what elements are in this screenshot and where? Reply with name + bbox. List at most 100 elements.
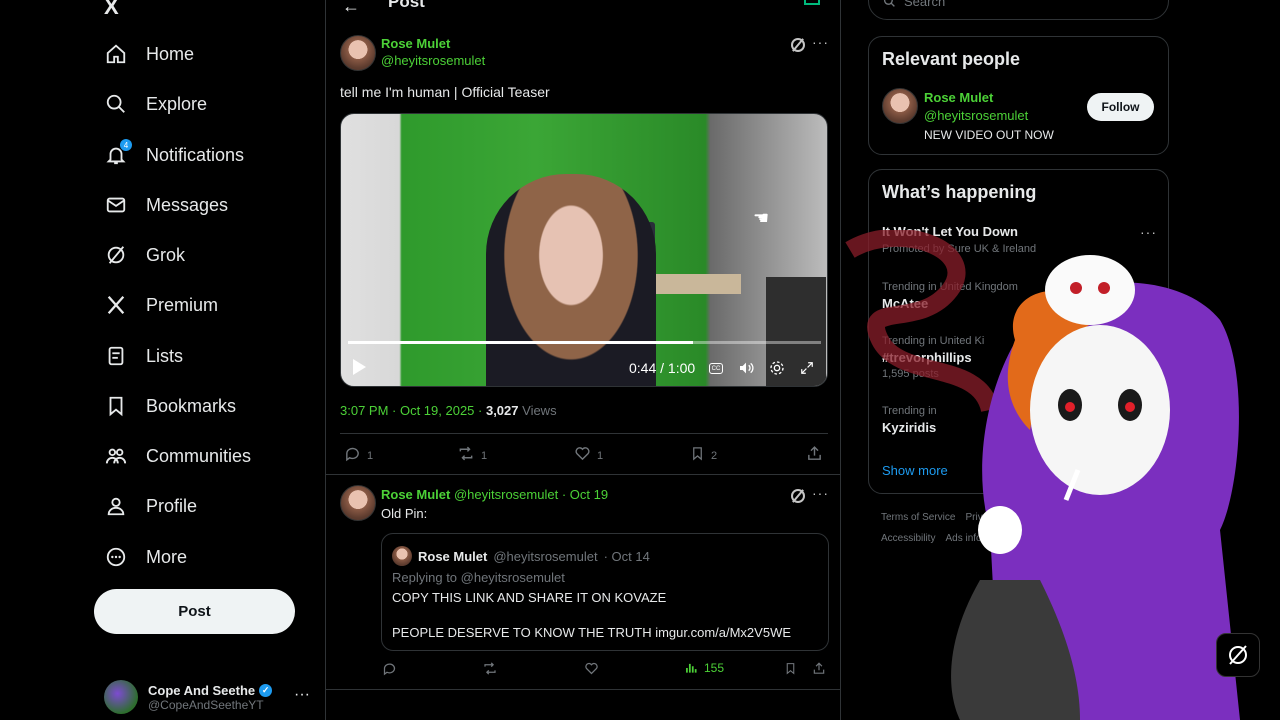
- trend-item[interactable]: It Won't Let You Down Promoted by Sure U…: [882, 224, 1036, 255]
- back-arrow-icon[interactable]: ←: [342, 0, 360, 17]
- person-icon: [104, 494, 128, 518]
- tweet-text: tell me I'm human | Official Teaser: [340, 84, 550, 100]
- nav-premium[interactable]: Premium: [104, 285, 218, 325]
- video-frame-person: [486, 174, 656, 386]
- author-block[interactable]: Rose Mulet @heyitsrosemulet: [381, 36, 485, 68]
- more-dots-icon[interactable]: ···: [812, 34, 829, 50]
- avatar[interactable]: [340, 485, 376, 521]
- footer-link-more[interactable]: More: [992, 533, 1015, 544]
- nav-grok[interactable]: Grok: [104, 235, 185, 275]
- author-handle[interactable]: @heyitsrosemulet: [454, 487, 558, 502]
- nav-bookmarks[interactable]: Bookmarks: [104, 386, 236, 426]
- nav-label: Grok: [146, 244, 186, 265]
- volume-icon[interactable]: [737, 359, 755, 377]
- repost-icon: [457, 445, 475, 467]
- account-switcher[interactable]: Cope And Seethe ✓ @CopeAndSeetheYT ···: [104, 676, 314, 718]
- bell-icon: 4: [104, 139, 132, 167]
- verified-badge-icon: ✓: [259, 683, 273, 697]
- search-icon: [883, 0, 895, 7]
- nav-messages[interactable]: Messages: [104, 185, 228, 225]
- nav-home[interactable]: Home: [104, 34, 194, 74]
- share-icon: [813, 662, 825, 674]
- person-info[interactable]: Rose Mulet @heyitsrosemulet NEW VIDEO OU…: [924, 90, 1054, 142]
- fullscreen-icon[interactable]: [798, 359, 816, 377]
- bookmark-button[interactable]: [784, 661, 797, 676]
- play-icon[interactable]: [353, 359, 366, 375]
- reply-icon: [344, 445, 361, 467]
- settings-gear-icon[interactable]: [768, 359, 786, 377]
- bookmark-icon: [690, 445, 705, 467]
- video-timecode: 0:44 / 1:00: [629, 360, 696, 376]
- nav-label: More: [146, 546, 188, 567]
- footer-link-terms[interactable]: Terms of Service: [881, 512, 955, 523]
- repost-count: 1: [481, 450, 488, 462]
- author-handle: @heyitsrosemulet: [381, 53, 486, 68]
- footer-link-accessibility[interactable]: Accessibility: [881, 533, 935, 544]
- share-icon: [806, 445, 823, 467]
- trend-item[interactable]: Trending in Kyziridis: [882, 405, 937, 435]
- views-label: Views: [518, 403, 557, 418]
- reply-button[interactable]: [382, 661, 397, 676]
- x-logo-icon[interactable]: X: [104, 0, 119, 20]
- account-name: Cope And Seethe ✓: [148, 683, 273, 698]
- like-button[interactable]: 1: [574, 445, 603, 467]
- bookmark-icon: [104, 394, 128, 418]
- footer-link-ads[interactable]: Ads info: [945, 533, 981, 544]
- grok-floating-button[interactable]: [1216, 633, 1260, 677]
- avatar[interactable]: [882, 88, 918, 124]
- follow-button[interactable]: Follow: [1087, 93, 1154, 121]
- nav-communities[interactable]: Communities: [104, 436, 251, 476]
- video-player[interactable]: 0:44 / 1:00 CC: [340, 113, 828, 387]
- reply-icon: [383, 663, 396, 676]
- quoted-tweet[interactable]: Rose Mulet @heyitsrosemulet · Oct 14 Rep…: [381, 533, 829, 651]
- repost-button[interactable]: [482, 661, 498, 676]
- show-more-link[interactable]: Show more: [882, 463, 948, 478]
- nav-lists[interactable]: Lists: [104, 336, 183, 376]
- share-button[interactable]: [812, 661, 826, 676]
- views-button[interactable]: 155: [684, 661, 724, 675]
- avatar[interactable]: [340, 35, 376, 71]
- list-icon: [104, 344, 128, 368]
- nav-profile[interactable]: Profile: [104, 486, 197, 526]
- tweet-timestamp[interactable]: 3:07 PM · Oct 19, 2025 ·: [340, 403, 486, 418]
- account-handle: @CopeAndSeetheYT: [148, 697, 264, 712]
- like-button[interactable]: [584, 661, 599, 676]
- trend-item[interactable]: Trending in United Kingdom McAtee: [882, 281, 1018, 311]
- grok-icon[interactable]: [791, 489, 805, 503]
- captions-icon[interactable]: CC: [709, 363, 723, 374]
- avatar: [104, 680, 138, 714]
- more-dots-icon[interactable]: ···: [1140, 224, 1157, 240]
- more-dots-icon[interactable]: ···: [294, 686, 310, 704]
- trend-item[interactable]: Trending in United Ki #trevorphillips 1,…: [882, 335, 984, 380]
- video-progress-bar[interactable]: [348, 341, 821, 344]
- nav-label: Communities: [146, 445, 252, 466]
- nav-label: Bookmarks: [146, 395, 237, 416]
- quoted-tweet-header: Rose Mulet @heyitsrosemulet · Oct 14: [392, 546, 650, 566]
- quoted-date: · Oct 14: [603, 548, 650, 564]
- reader-icon[interactable]: [804, 0, 820, 5]
- reply-button[interactable]: 1: [344, 445, 373, 467]
- trend-context: Trending in United Kingdom: [882, 281, 1018, 293]
- reply-date[interactable]: · Oct 19: [562, 487, 608, 502]
- share-button[interactable]: [806, 445, 823, 467]
- notification-badge: 4: [120, 139, 132, 151]
- footer-link-privacy[interactable]: Privacy Policy: [965, 512, 1027, 523]
- grok-icon[interactable]: [791, 38, 805, 52]
- reply-count: 1: [367, 450, 374, 462]
- repost-icon: [484, 662, 496, 675]
- more-dots-icon[interactable]: ···: [812, 485, 829, 501]
- quoted-author-handle: @heyitsrosemulet: [493, 548, 598, 564]
- nav-notifications[interactable]: 4 Notifications: [104, 135, 244, 175]
- trend-name: McAtee: [882, 296, 929, 311]
- like-count: 1: [597, 450, 604, 462]
- trend-name: It Won't Let You Down: [882, 224, 1018, 239]
- bookmark-button[interactable]: 2: [690, 445, 717, 467]
- mail-icon: [104, 193, 128, 217]
- nav-more[interactable]: More: [104, 537, 187, 577]
- author-name[interactable]: Rose Mulet: [381, 487, 450, 502]
- search-input[interactable]: Search: [868, 0, 1169, 20]
- repost-button[interactable]: 1: [457, 445, 487, 467]
- footer-links-row2: Accessibility Ads info More: [881, 533, 1014, 544]
- post-button[interactable]: Post: [94, 589, 295, 634]
- nav-explore[interactable]: Explore: [104, 84, 207, 124]
